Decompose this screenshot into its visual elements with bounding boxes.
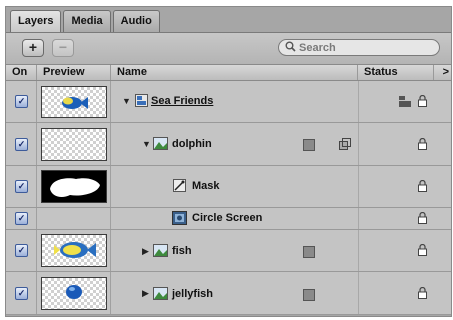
- column-name[interactable]: Name: [111, 65, 358, 80]
- jellyfish-thumbnail-icon: [66, 285, 82, 299]
- blend-mode-icon[interactable]: [303, 139, 315, 151]
- layer-row-jellyfish[interactable]: ✓ ▶ jellyfish: [6, 272, 451, 315]
- disclosure-triangle-collapsed[interactable]: ▶: [142, 246, 149, 257]
- lock-icon[interactable]: [418, 286, 427, 299]
- fish-thumbnail-icon: [62, 97, 88, 109]
- remove-layer-button[interactable]: −: [52, 39, 74, 57]
- mask-shape-icon: [50, 178, 100, 197]
- lock-icon[interactable]: [418, 179, 427, 192]
- lock-icon[interactable]: [418, 137, 427, 150]
- fish-thumbnail-icon: [54, 242, 96, 258]
- toolbar: + −: [6, 32, 451, 64]
- layer-name[interactable]: fish: [172, 245, 192, 257]
- layer-name[interactable]: Mask: [192, 180, 220, 192]
- layer-preview-thumbnail: [41, 277, 107, 310]
- group-icon: [135, 94, 148, 110]
- layer-name[interactable]: Sea Friends: [151, 95, 213, 107]
- layer-name[interactable]: Circle Screen: [192, 212, 262, 224]
- tab-audio[interactable]: Audio: [112, 10, 160, 32]
- add-layer-button[interactable]: +: [22, 39, 44, 57]
- visibility-checkbox[interactable]: ✓: [15, 212, 28, 225]
- disclosure-triangle-expanded[interactable]: ▼: [122, 96, 131, 106]
- search-input[interactable]: [299, 41, 429, 54]
- visibility-checkbox[interactable]: ✓: [15, 287, 28, 300]
- image-layer-icon: [153, 287, 168, 303]
- disclosure-triangle-collapsed[interactable]: ▶: [142, 288, 149, 299]
- layers-panel: Layers Media Audio + − On Preview Name S…: [5, 6, 452, 317]
- blend-mode-icon[interactable]: [303, 289, 315, 301]
- columns-scroll-arrow[interactable]: >: [443, 65, 449, 80]
- visibility-checkbox[interactable]: ✓: [15, 244, 28, 257]
- filter-status-icon: [339, 138, 351, 153]
- group-status-icon: [399, 96, 411, 110]
- layer-row-fish[interactable]: ✓ ▶ fish: [6, 230, 451, 272]
- layer-row-dolphin[interactable]: ✓ ▼ dolphin: [6, 123, 451, 166]
- layer-preview-thumbnail: [41, 86, 107, 118]
- column-header: On Preview Name Status >: [6, 64, 451, 81]
- disclosure-triangle-expanded[interactable]: ▼: [142, 139, 151, 149]
- layer-row-mask[interactable]: ✓ Mask: [6, 166, 451, 208]
- image-layer-icon: [153, 244, 168, 260]
- column-on[interactable]: On: [6, 65, 37, 80]
- lock-icon[interactable]: [418, 243, 427, 256]
- layer-name[interactable]: jellyfish: [172, 288, 213, 300]
- layer-preview-thumbnail: [41, 128, 107, 161]
- tab-media[interactable]: Media: [63, 10, 111, 32]
- layer-preview-thumbnail: [41, 234, 107, 267]
- search-field[interactable]: [278, 39, 440, 56]
- tab-layers[interactable]: Layers: [10, 10, 62, 33]
- blend-mode-icon[interactable]: [303, 246, 315, 258]
- lock-icon[interactable]: [418, 211, 427, 224]
- search-icon: [285, 41, 296, 55]
- column-status[interactable]: Status: [358, 65, 434, 80]
- layer-name[interactable]: dolphin: [172, 138, 212, 150]
- column-preview[interactable]: Preview: [37, 65, 111, 80]
- image-layer-icon: [153, 137, 168, 153]
- tab-bar: Layers Media Audio: [10, 10, 162, 33]
- layer-row-sea-friends[interactable]: ✓ ▼ Sea Friends: [6, 81, 451, 123]
- visibility-checkbox[interactable]: ✓: [15, 180, 28, 193]
- visibility-checkbox[interactable]: ✓: [15, 138, 28, 151]
- layer-row-circle-screen[interactable]: ✓ Circle Screen: [6, 208, 451, 230]
- visibility-checkbox[interactable]: ✓: [15, 95, 28, 108]
- lock-icon[interactable]: [418, 94, 427, 107]
- filter-icon: [172, 211, 187, 228]
- mask-preview-thumbnail: [41, 170, 107, 203]
- mask-icon: [173, 179, 186, 195]
